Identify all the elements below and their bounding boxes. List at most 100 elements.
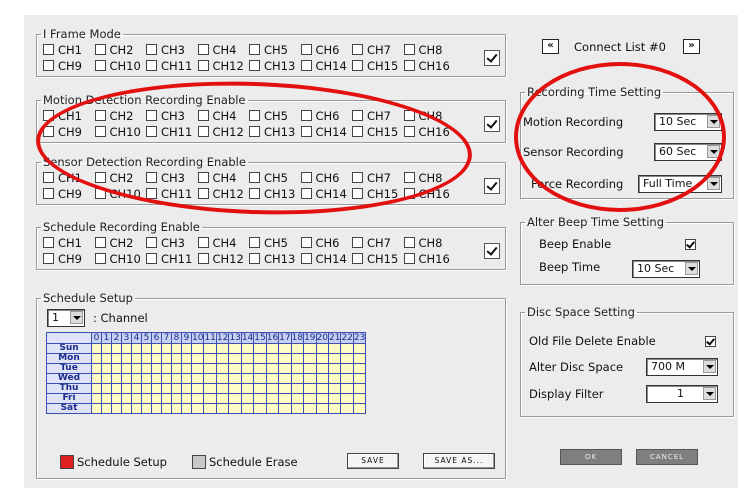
channel-checkbox-item[interactable]: CH4 <box>197 236 250 250</box>
channel-checkbox[interactable] <box>146 126 157 137</box>
channel-checkbox-item[interactable]: CH1 <box>43 236 95 250</box>
schedule-cell[interactable] <box>151 343 162 354</box>
hour-header[interactable]: 10 <box>190 332 205 344</box>
schedule-cell[interactable] <box>101 363 112 374</box>
schedule-cell[interactable] <box>141 383 152 394</box>
schedule-cell[interactable] <box>101 343 112 354</box>
channel-checkbox-item[interactable]: CH3 <box>146 43 198 57</box>
channel-checkbox[interactable] <box>249 172 260 183</box>
hour-header[interactable]: 19 <box>303 332 317 344</box>
schedule-cell[interactable] <box>190 393 205 404</box>
channel-checkbox-item[interactable]: CH14 <box>300 59 353 73</box>
group-enable-checkbox[interactable] <box>484 243 500 259</box>
schedule-cell[interactable] <box>131 353 142 364</box>
schedule-cell[interactable] <box>151 383 162 394</box>
channel-checkbox-item[interactable]: CH15 <box>352 187 404 201</box>
schedule-cell[interactable] <box>91 343 102 354</box>
schedule-cell[interactable] <box>161 403 172 414</box>
channel-checkbox[interactable] <box>146 253 157 264</box>
schedule-cell[interactable] <box>228 343 242 354</box>
schedule-cell[interactable] <box>303 353 317 364</box>
day-label[interactable]: Thu <box>46 383 92 394</box>
schedule-cell[interactable] <box>327 373 342 384</box>
schedule-cell[interactable] <box>315 393 330 404</box>
channel-checkbox[interactable] <box>403 172 415 183</box>
schedule-cell[interactable] <box>111 363 122 374</box>
schedule-cell[interactable] <box>181 363 192 374</box>
channel-checkbox[interactable] <box>249 126 260 137</box>
channel-checkbox[interactable] <box>146 60 157 71</box>
hour-header[interactable]: 11 <box>203 332 217 344</box>
schedule-cell[interactable] <box>171 383 182 394</box>
schedule-cell[interactable] <box>228 353 242 364</box>
schedule-cell[interactable] <box>265 393 280 404</box>
schedule-grid[interactable]: 0 1 2 3 4 5 6 7 8 9 10 11 12 13 14 15 16 17 18 19 20 21 22 23 Su… <box>46 332 367 414</box>
schedule-cell[interactable] <box>303 373 317 384</box>
channel-checkbox[interactable] <box>94 172 106 183</box>
schedule-cell[interactable] <box>290 343 305 354</box>
schedule-cell[interactable] <box>181 353 192 364</box>
schedule-cell[interactable] <box>91 373 102 384</box>
schedule-cell[interactable] <box>315 353 330 364</box>
channel-checkbox[interactable] <box>94 60 106 71</box>
schedule-cell[interactable] <box>240 363 255 374</box>
schedule-erase-label[interactable]: Schedule Erase <box>209 455 298 469</box>
schedule-cell[interactable] <box>203 363 217 374</box>
schedule-cell[interactable] <box>215 363 230 374</box>
channel-checkbox[interactable] <box>43 253 54 264</box>
day-label[interactable]: Sat <box>46 403 92 414</box>
hour-header[interactable]: 4 <box>131 332 142 344</box>
channel-checkbox-item[interactable]: CH3 <box>146 171 198 185</box>
schedule-cell[interactable] <box>131 373 142 384</box>
schedule-cell[interactable] <box>111 353 122 364</box>
channel-checkbox-item[interactable]: CH13 <box>249 187 301 201</box>
schedule-cell[interactable] <box>91 353 102 364</box>
schedule-cell[interactable] <box>290 353 305 364</box>
schedule-cell[interactable] <box>91 393 102 404</box>
schedule-cell[interactable] <box>290 363 305 374</box>
chevron-down-icon[interactable] <box>703 387 716 400</box>
channel-checkbox[interactable] <box>197 237 209 248</box>
schedule-cell[interactable] <box>131 383 142 394</box>
channel-checkbox[interactable] <box>249 253 260 264</box>
channel-checkbox-item[interactable]: CH7 <box>352 171 404 185</box>
day-label[interactable]: Mon <box>46 353 92 364</box>
channel-checkbox-item[interactable]: CH10 <box>94 125 147 139</box>
schedule-cell[interactable] <box>181 383 192 394</box>
channel-checkbox[interactable] <box>352 44 363 55</box>
schedule-cell[interactable] <box>161 383 172 394</box>
schedule-cell[interactable] <box>190 383 205 394</box>
day-label[interactable]: Tue <box>46 363 92 374</box>
schedule-cell[interactable] <box>352 363 367 374</box>
hour-header[interactable]: 13 <box>228 332 242 344</box>
schedule-cell[interactable] <box>111 343 122 354</box>
schedule-cell[interactable] <box>171 363 182 374</box>
schedule-cell[interactable] <box>141 353 152 364</box>
hour-header[interactable]: 7 <box>161 332 172 344</box>
channel-checkbox-item[interactable]: CH7 <box>352 109 404 123</box>
schedule-cell[interactable] <box>111 403 122 414</box>
schedule-cell[interactable] <box>121 393 132 404</box>
schedule-cell[interactable] <box>240 393 255 404</box>
channel-checkbox-item[interactable]: CH11 <box>146 187 198 201</box>
schedule-cell[interactable] <box>352 343 367 354</box>
chevron-down-icon[interactable] <box>707 177 720 190</box>
channel-checkbox[interactable] <box>300 60 312 71</box>
schedule-cell[interactable] <box>290 373 305 384</box>
channel-checkbox-item[interactable]: CH8 <box>403 43 456 57</box>
channel-checkbox-item[interactable]: CH10 <box>94 187 147 201</box>
hour-header[interactable]: 16 <box>265 332 280 344</box>
schedule-cell[interactable] <box>181 373 192 384</box>
schedule-cell[interactable] <box>171 393 182 404</box>
schedule-cell[interactable] <box>91 383 102 394</box>
hour-header[interactable]: 22 <box>340 332 354 344</box>
channel-checkbox-item[interactable]: CH4 <box>197 109 250 123</box>
channel-checkbox-item[interactable]: CH15 <box>352 125 404 139</box>
schedule-cell[interactable] <box>203 393 217 404</box>
group-enable-checkbox[interactable] <box>484 116 500 132</box>
beep-enable-checkbox[interactable] <box>685 239 696 250</box>
channel-checkbox-item[interactable]: CH11 <box>146 125 198 139</box>
channel-checkbox[interactable] <box>249 44 260 55</box>
schedule-cell[interactable] <box>327 343 342 354</box>
schedule-cell[interactable] <box>303 393 317 404</box>
